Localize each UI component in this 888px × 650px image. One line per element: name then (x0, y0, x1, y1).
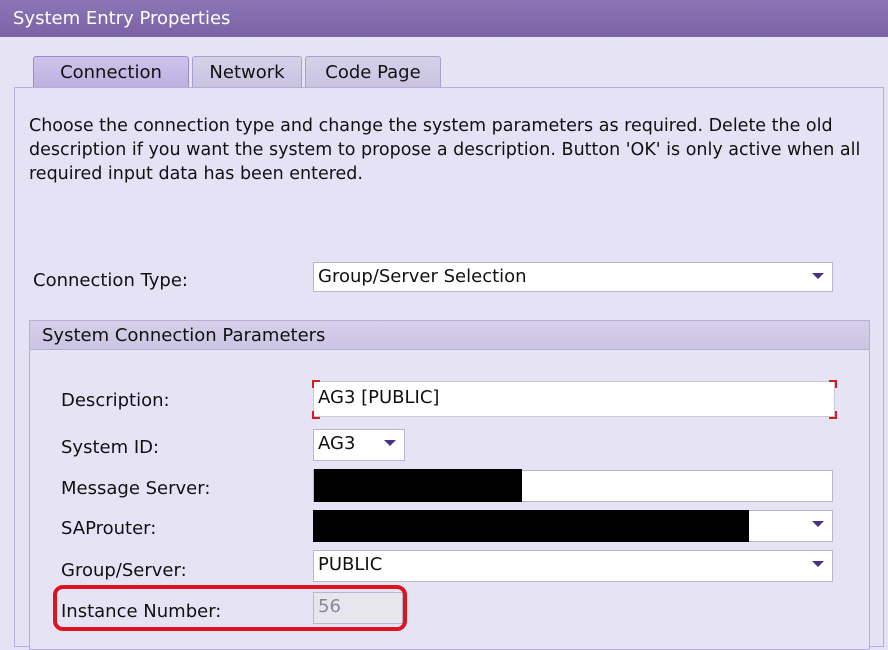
chevron-down-icon[interactable] (384, 440, 396, 446)
window-title: System Entry Properties (0, 0, 888, 37)
system-id-label: System ID: (61, 437, 160, 458)
redacted-block (314, 469, 522, 502)
tab-code-page[interactable]: Code Page (305, 56, 441, 87)
group-header: System Connection Parameters (30, 321, 869, 350)
chevron-down-icon[interactable] (812, 273, 824, 279)
required-marker (829, 380, 837, 388)
highlight-annotation (53, 585, 407, 631)
redacted-block (313, 510, 749, 542)
message-server-label: Message Server: (61, 478, 211, 499)
tab-network[interactable]: Network (192, 56, 302, 87)
instruction-text: Choose the connection type and change th… (29, 116, 861, 184)
group-server-label: Group/Server: (61, 560, 187, 581)
group-server-value: PUBLIC (318, 554, 383, 575)
required-marker (312, 411, 320, 419)
description-field[interactable]: AG3 [PUBLIC] (313, 381, 835, 417)
tab-connection[interactable]: Connection (33, 56, 189, 87)
required-marker (829, 411, 837, 419)
saprouter-label: SAProuter: (61, 518, 157, 539)
chevron-down-icon[interactable] (812, 561, 824, 567)
system-id-value: AG3 (318, 433, 356, 454)
chevron-down-icon[interactable] (812, 521, 824, 527)
connection-type-select[interactable]: Group/Server Selection (313, 262, 833, 292)
group-server-select[interactable]: PUBLIC (313, 550, 833, 582)
description-value: AG3 [PUBLIC] (318, 387, 440, 408)
required-marker (312, 380, 320, 388)
connection-type-value: Group/Server Selection (318, 266, 527, 287)
description-label: Description: (61, 390, 170, 411)
system-id-select[interactable]: AG3 (313, 429, 405, 461)
connection-type-label: Connection Type: (33, 270, 188, 291)
